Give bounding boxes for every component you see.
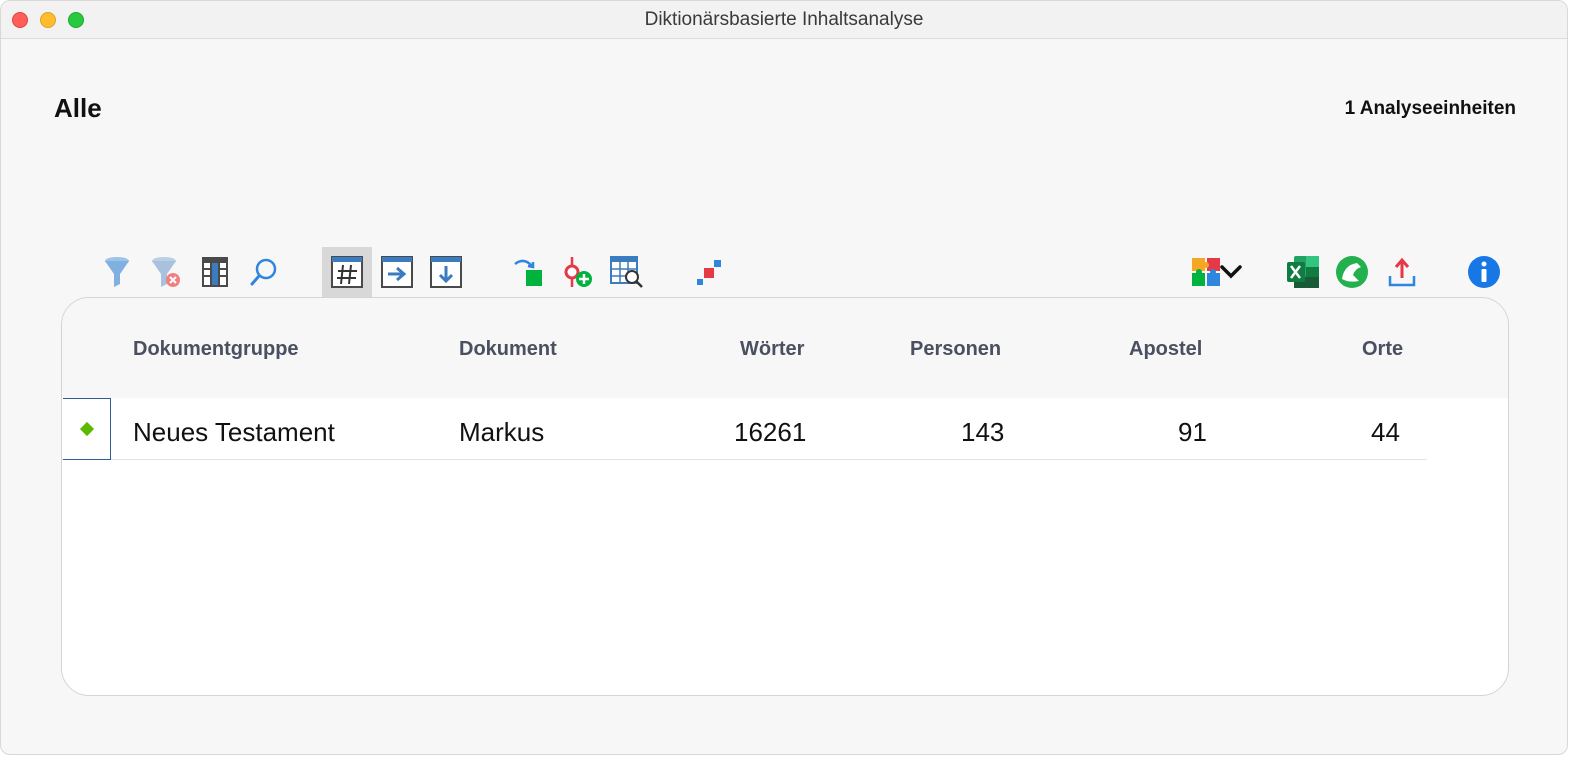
columns-icon	[202, 257, 228, 287]
excel-icon	[1287, 256, 1319, 288]
column-header-document[interactable]: Dokument	[459, 338, 557, 361]
analysis-units-count: 1 Analyseeinheiten	[1344, 98, 1516, 119]
results-table: Dokumentgruppe Dokument Wörter Personen …	[61, 297, 1509, 696]
window-title: Diktionärsbasierte Inhaltsanalyse	[644, 9, 924, 30]
info-button[interactable]	[1459, 247, 1509, 297]
table-search-button[interactable]	[602, 247, 652, 297]
cell-persons: 143	[961, 417, 1005, 447]
export-spss-button[interactable]	[1327, 247, 1377, 297]
cell-document-group: Neues Testament	[133, 417, 335, 447]
row-selection-marker[interactable]	[63, 398, 111, 460]
spss-icon	[1336, 256, 1368, 288]
column-header-document-group[interactable]: Dokumentgruppe	[133, 338, 299, 361]
frequency-table-icon	[331, 256, 363, 288]
move-right-icon	[381, 256, 413, 288]
column-header-apostles[interactable]: Apostel	[1129, 338, 1202, 361]
export-excel-button[interactable]	[1278, 247, 1328, 297]
filter-icon	[105, 257, 129, 287]
document-diamond-icon	[79, 421, 94, 437]
table-header: Dokumentgruppe Dokument Wörter Personen …	[62, 298, 1508, 398]
cell-apostles: 91	[1178, 417, 1207, 447]
column-header-persons[interactable]: Personen	[910, 338, 1001, 361]
frequency-table-button[interactable]	[322, 247, 372, 297]
recode-button[interactable]	[503, 247, 553, 297]
chevron-down-icon	[1220, 265, 1242, 279]
matrix-icon	[697, 260, 721, 285]
move-down-icon	[430, 256, 462, 288]
title-bar: Diktionärsbasierte Inhaltsanalyse	[1, 1, 1567, 39]
table-search-icon	[610, 256, 643, 288]
export-icon	[1388, 257, 1416, 287]
clear-filter-icon	[152, 257, 180, 287]
clear-filter-button[interactable]	[141, 247, 191, 297]
search-button[interactable]	[239, 247, 289, 297]
filter-button[interactable]	[92, 247, 142, 297]
extensions-dropdown[interactable]	[1211, 247, 1251, 297]
matrix-button[interactable]	[684, 247, 734, 297]
cell-places: 44	[1371, 417, 1400, 447]
app-window: Diktionärsbasierte Inhaltsanalyse Alle 1…	[0, 0, 1568, 755]
column-header-places[interactable]: Orte	[1362, 338, 1403, 361]
move-down-button[interactable]	[421, 247, 471, 297]
info-icon	[1468, 256, 1500, 288]
cell-words: 16261	[734, 417, 807, 447]
move-right-button[interactable]	[372, 247, 422, 297]
search-icon	[250, 258, 277, 286]
add-code-icon	[564, 257, 592, 287]
scope-heading: Alle	[54, 93, 102, 123]
table-row[interactable]: Neues Testament Markus 16261 143 91 44	[62, 398, 1427, 460]
cell-document: Markus	[459, 417, 545, 447]
add-code-button[interactable]	[552, 247, 602, 297]
recode-icon	[514, 259, 542, 286]
column-header-words[interactable]: Wörter	[740, 338, 804, 361]
columns-button[interactable]	[190, 247, 240, 297]
export-button[interactable]	[1377, 247, 1427, 297]
